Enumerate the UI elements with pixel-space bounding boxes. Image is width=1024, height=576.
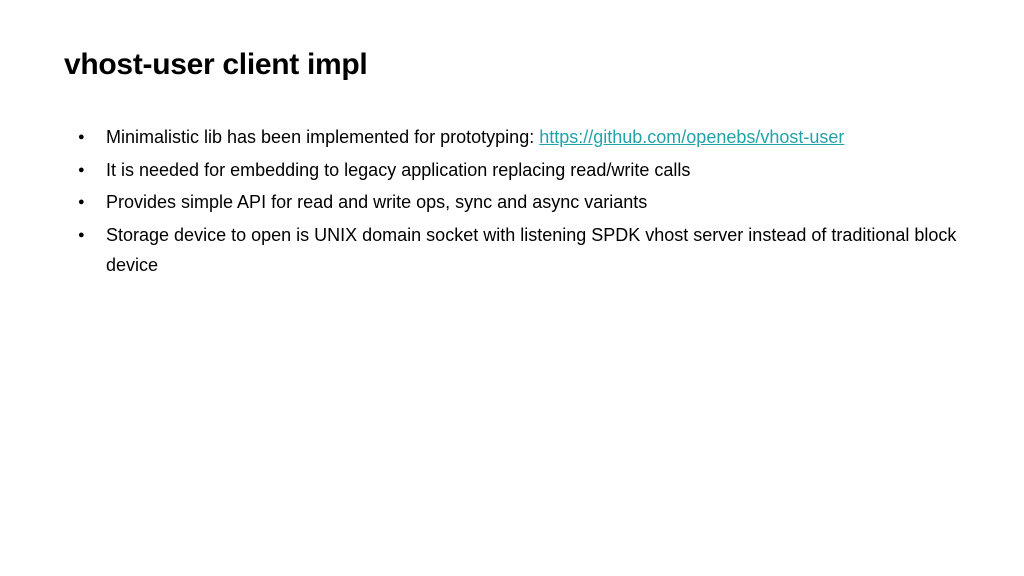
bullet-text: Storage device to open is UNIX domain so… xyxy=(106,225,956,276)
bullet-text: Provides simple API for read and write o… xyxy=(106,192,647,212)
slide-title: vhost-user client impl xyxy=(64,48,960,82)
bullet-text: Minimalistic lib has been implemented fo… xyxy=(106,127,539,147)
list-item: Storage device to open is UNIX domain so… xyxy=(78,220,960,281)
github-link[interactable]: https://github.com/openebs/vhost-user xyxy=(539,127,844,147)
bullet-text: It is needed for embedding to legacy app… xyxy=(106,160,690,180)
list-item: Minimalistic lib has been implemented fo… xyxy=(78,122,960,153)
list-item: Provides simple API for read and write o… xyxy=(78,187,960,218)
bullet-list: Minimalistic lib has been implemented fo… xyxy=(64,122,960,281)
list-item: It is needed for embedding to legacy app… xyxy=(78,155,960,186)
